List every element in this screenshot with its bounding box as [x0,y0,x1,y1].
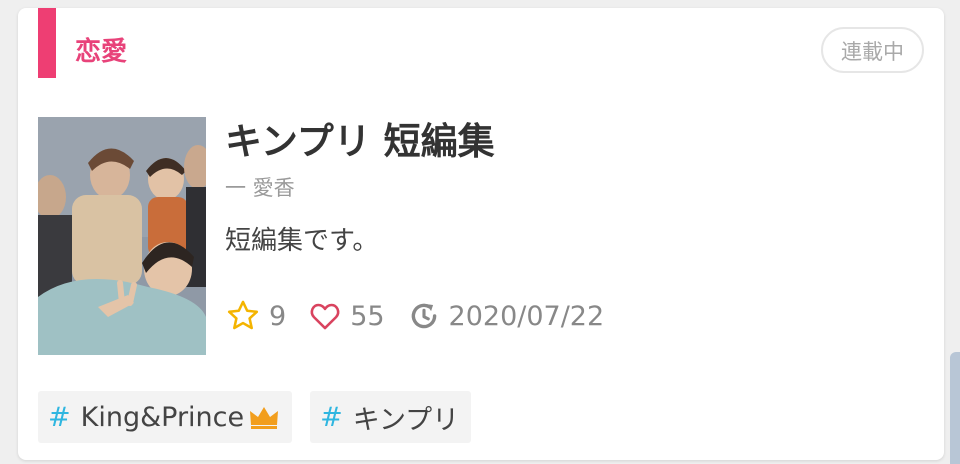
crown-icon [250,407,279,429]
star-stat: 9 [225,298,286,334]
like-count: 55 [350,300,385,332]
stats-row: 9 55 2020/07/22 [225,294,626,338]
star-icon [227,300,259,330]
star-count: 9 [269,300,287,332]
history-clock-icon [411,303,436,329]
status-badge: 連載中 [821,27,924,73]
updated-stat: 2020/07/22 [407,299,605,333]
tag-kinpuri[interactable]: # キンプリ [310,391,472,443]
story-title[interactable]: キンプリ 短編集 [225,118,495,166]
story-card[interactable]: 恋愛 連載中 キンプリ 短編集 一 愛香 短編集です。 9 55 2020/07… [18,8,944,460]
like-stat: 55 [308,299,385,333]
hash-icon: # [320,401,343,433]
tag-list: # King&Prince # キンプリ [38,391,489,443]
tag-label: King&Prince [80,401,245,433]
heart-icon [310,303,340,330]
author-name[interactable]: 一 愛香 [225,173,295,203]
tag-label: キンプリ [352,404,460,436]
updated-date: 2020/07/22 [448,300,605,332]
hash-icon: # [48,401,71,433]
genre-accent-bar [38,8,56,78]
genre-label: 恋愛 [75,37,128,67]
scrollbar[interactable] [950,352,960,464]
story-description: 短編集です。 [225,226,379,256]
cover-image[interactable] [38,117,206,355]
tag-king-and-prince[interactable]: # King&Prince [38,391,293,443]
group-photo-icon [38,117,206,355]
